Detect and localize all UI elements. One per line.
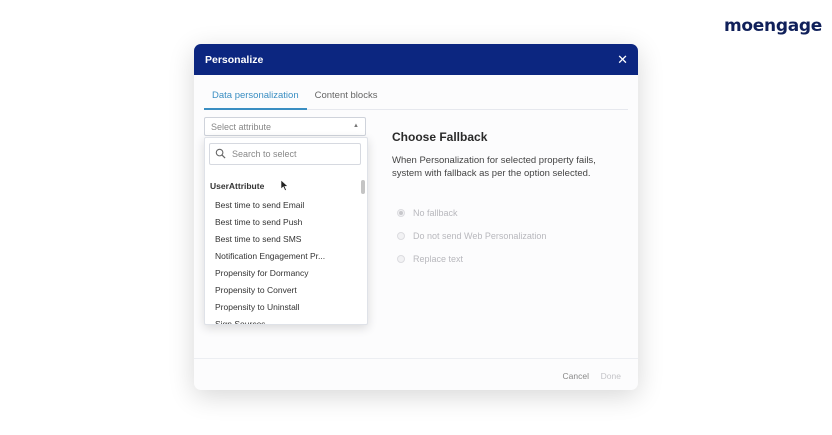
- radio-button[interactable]: [397, 209, 405, 217]
- list-item[interactable]: Best time to send Push: [205, 215, 360, 232]
- radio-do-not-send[interactable]: Do not send Web Personalization: [397, 231, 546, 241]
- radio-label: No fallback: [413, 208, 458, 218]
- fallback-description: When Personalization for selected proper…: [392, 155, 596, 179]
- mouse-cursor-icon: [280, 179, 289, 191]
- fallback-title: Choose Fallback: [392, 130, 488, 144]
- radio-no-fallback[interactable]: No fallback: [397, 208, 458, 218]
- list-item[interactable]: Best time to send Email: [205, 198, 360, 215]
- tab-bar: Data personalization Content blocks: [204, 88, 628, 110]
- list-item[interactable]: Notification Engagement Pr...: [205, 249, 360, 266]
- search-icon: [215, 148, 226, 159]
- tab-content-blocks[interactable]: Content blocks: [307, 88, 386, 110]
- modal-title: Personalize: [205, 53, 264, 66]
- attribute-list: Best time to send Email Best time to sen…: [205, 198, 360, 324]
- brand-logo: moengage: [724, 16, 822, 36]
- caret-up-icon: ▲: [353, 123, 359, 129]
- radio-label: Do not send Web Personalization: [413, 231, 547, 241]
- scroll-thumb[interactable]: [361, 180, 365, 194]
- personalize-modal: Personalize ✕ Data personalization Conte…: [194, 44, 638, 390]
- radio-button[interactable]: [397, 255, 405, 263]
- search-box: [209, 143, 361, 165]
- search-input[interactable]: [232, 147, 357, 161]
- attribute-select-placeholder: Select attribute: [211, 122, 272, 132]
- radio-button[interactable]: [397, 232, 405, 240]
- radio-replace-text[interactable]: Replace text: [397, 254, 463, 264]
- dropdown-scrollbar[interactable]: [359, 178, 367, 324]
- modal-header: Personalize ✕: [194, 44, 638, 75]
- done-button[interactable]: Done: [601, 371, 621, 381]
- cancel-button[interactable]: Cancel: [563, 371, 589, 381]
- group-label-user-attribute: UserAttribute: [210, 181, 265, 191]
- close-icon[interactable]: ✕: [617, 53, 628, 66]
- list-item[interactable]: Propensity to Convert: [205, 283, 360, 300]
- list-item[interactable]: Propensity for Dormancy: [205, 266, 360, 283]
- tab-data-personalization[interactable]: Data personalization: [204, 88, 307, 110]
- attribute-select[interactable]: Select attribute ▲: [204, 117, 366, 136]
- list-item[interactable]: Best time to send SMS: [205, 232, 360, 249]
- list-item[interactable]: Propensity to Uninstall: [205, 300, 360, 317]
- modal-footer: Cancel Done: [194, 358, 638, 390]
- attribute-dropdown: UserAttribute Best time to send Email Be…: [204, 137, 368, 325]
- list-item[interactable]: Sign Sources: [205, 317, 360, 324]
- radio-label: Replace text: [413, 254, 464, 264]
